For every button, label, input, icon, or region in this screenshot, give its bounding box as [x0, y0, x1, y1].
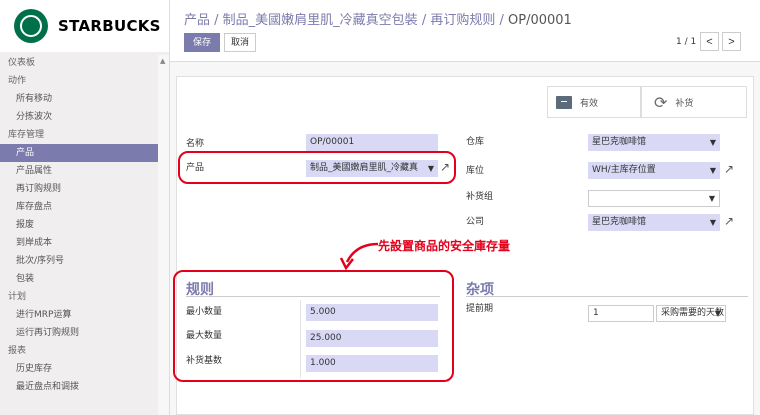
company-label: 公司: [466, 217, 485, 227]
sidebar-scrollbar[interactable]: [158, 55, 169, 415]
breadcrumb-reorder-rules[interactable]: 再订购规则: [430, 13, 495, 28]
external-link-icon[interactable]: ↗: [724, 214, 734, 228]
misc-divider: [466, 296, 748, 297]
location-select[interactable]: WH/主库存位置 ▼: [588, 162, 720, 179]
procurement-group-label: 补货组: [466, 192, 494, 202]
sidebar-item[interactable]: 报废: [0, 216, 158, 234]
discard-button[interactable]: 取消: [224, 33, 256, 52]
rules-highlight-ring: [173, 270, 454, 382]
sidebar-item[interactable]: 包装: [0, 270, 158, 288]
control-panel: 产品 / 制品_美國嫩肩里肌_冷藏真空包裝 / 再订购规则 / OP/00001…: [170, 0, 760, 62]
sidebar-item: 仪表板: [8, 58, 36, 68]
external-link-icon[interactable]: ↗: [724, 162, 734, 176]
breadcrumb-products[interactable]: 产品: [184, 13, 210, 28]
warehouse-label: 仓库: [466, 137, 485, 147]
sidebar-item: 动作: [8, 76, 27, 86]
procurement-group-select[interactable]: ▼: [588, 190, 720, 207]
chevron-down-icon: ▼: [709, 166, 716, 175]
sidebar-item[interactable]: 运行再订购规则: [0, 324, 158, 342]
pager-next-button[interactable]: >: [722, 32, 741, 51]
sidebar-item: 库存管理: [8, 130, 45, 140]
brand-logo[interactable]: STARBUCKS: [0, 0, 169, 52]
product-highlight-ring: [178, 151, 456, 184]
breadcrumb-product[interactable]: 制品_美國嫩肩里肌_冷藏真空包裝: [223, 13, 418, 28]
chevron-down-icon: ▼: [709, 138, 716, 147]
starbucks-siren-icon: [14, 9, 48, 43]
sidebar-item: 报表: [8, 346, 27, 356]
pager-value: 1 / 1: [676, 37, 697, 47]
save-button[interactable]: 保存: [184, 33, 220, 52]
sidebar-item[interactable]: 再订购规则: [0, 180, 158, 198]
company-select[interactable]: 星巴克咖啡馆 ▼: [588, 214, 720, 231]
annotation-text: 先設置商品的安全庫存量: [378, 239, 511, 253]
lead-time-input[interactable]: 1: [588, 305, 654, 322]
sidebar-item[interactable]: 到岸成本: [0, 234, 158, 252]
warehouse-select[interactable]: 星巴克咖啡馆 ▼: [588, 134, 720, 151]
sidebar-item[interactable]: 批次/序列号: [0, 252, 158, 270]
sidebar-item[interactable]: 历史库存: [0, 360, 158, 378]
name-input[interactable]: OP/00001: [306, 134, 438, 151]
sidebar-menu: 仪表板动作所有移动 分拣波次库存管理产品 产品属性 再订购规则 库存盘点 报废 到岸成本 批次…: [0, 54, 158, 396]
location-label: 库位: [466, 166, 485, 176]
sidebar-item[interactable]: 最近盘点和调拨: [0, 378, 158, 396]
sidebar-item[interactable]: 所有移动: [0, 90, 158, 108]
chevron-down-icon: ▼: [714, 309, 721, 318]
replenish-button[interactable]: ⟳ 补货: [641, 86, 747, 118]
scroll-up-icon[interactable]: ▲: [160, 57, 165, 65]
sidebar-item[interactable]: 产品: [0, 144, 158, 162]
sidebar-item[interactable]: 产品属性: [0, 162, 158, 180]
lead-time-label: 提前期: [466, 304, 494, 314]
pager-prev-button[interactable]: <: [700, 32, 719, 51]
sidebar-item: 计划: [8, 292, 27, 302]
sidebar-item[interactable]: 进行MRP运算: [0, 306, 158, 324]
active-toggle-button[interactable]: 有效: [547, 86, 641, 118]
brand-name: STARBUCKS: [58, 17, 161, 35]
chevron-down-icon: ▼: [709, 218, 716, 227]
name-label: 名称: [186, 139, 205, 149]
refresh-icon: ⟳: [654, 92, 668, 112]
archive-icon: [556, 95, 572, 109]
sidebar: STARBUCKS 仪表板动作所有移动 分拣波次库存管理产品 产品属性 再订购规则 库存…: [0, 0, 170, 415]
sidebar-item[interactable]: 库存盘点: [0, 198, 158, 216]
lead-time-unit-select[interactable]: 采购需要的天数 ▼: [656, 305, 726, 322]
annotation-arrow-icon: [339, 242, 379, 270]
sidebar-item[interactable]: 分拣波次: [0, 108, 158, 126]
chevron-down-icon: ▼: [708, 194, 715, 203]
breadcrumb: 产品 / 制品_美國嫩肩里肌_冷藏真空包裝 / 再订购规则 / OP/00001: [184, 13, 572, 28]
breadcrumb-current: OP/00001: [508, 13, 572, 28]
